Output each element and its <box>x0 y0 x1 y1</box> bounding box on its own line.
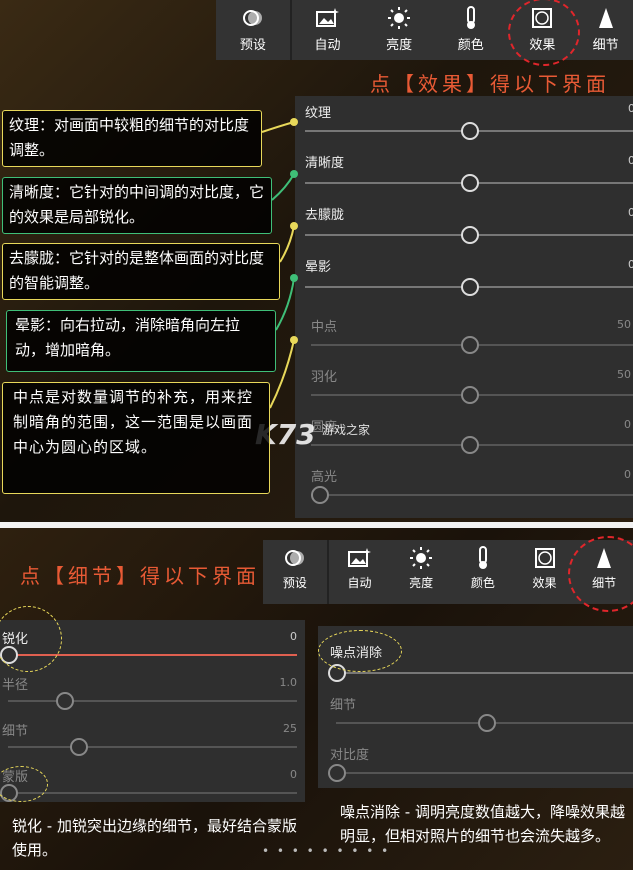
slider-value: 0 <box>290 630 297 643</box>
effects-icon <box>534 546 556 570</box>
presets-icon <box>284 546 306 570</box>
tool-color-label: 颜色 <box>470 576 495 590</box>
slider-knob[interactable] <box>56 692 74 710</box>
note-dehaze: 去朦胧：它针对的是整体画面的对比度的智能调整。 <box>2 243 280 300</box>
auto-icon <box>347 546 372 570</box>
slider-detail[interactable]: 细节 25 <box>0 712 305 758</box>
effects-section: 预设 自动 亮度 颜色 效果 细节 点【效果】得以下界面 纹理 0 清晰度 0 … <box>0 0 633 522</box>
slider-track[interactable] <box>8 792 297 794</box>
tool-light[interactable]: 亮度 <box>390 540 452 604</box>
slider-knob[interactable] <box>328 764 346 782</box>
tool-presets[interactable]: 预设 <box>263 540 329 604</box>
slider-value: 25 <box>283 722 297 735</box>
sun-icon <box>409 546 433 570</box>
tool-effects[interactable]: 效果 <box>514 540 576 604</box>
note-texture: 纹理：对画面中较粗的细节的对比度调整。 <box>2 110 262 167</box>
noise-description: 噪点消除 - 调明亮度数值越大，降噪效果越明显，但相对照片的细节也会流失越多。 <box>340 803 625 845</box>
slider-label: 细节 <box>330 698 357 713</box>
slider-label: 细节 <box>2 724 29 739</box>
tool-auto[interactable]: 自动 <box>329 540 391 604</box>
slider-noise-detail[interactable]: 细节 <box>318 682 633 736</box>
noise-reduction-highlight <box>318 630 402 672</box>
slider-noise-contrast[interactable]: 对比度 <box>318 736 633 788</box>
slider-label: 半径 <box>2 678 29 693</box>
detail-section: 点【细节】得以下界面 预设 自动 亮度 颜色 效果 细节 锐化 0 半径 1.0… <box>0 528 633 870</box>
note-clarity: 清晰度：它针对的中间调的对比度，它的效果是局部锐化。 <box>2 177 272 234</box>
slider-radius[interactable]: 半径 1.0 <box>0 666 305 712</box>
tool-color[interactable]: 颜色 <box>452 540 514 604</box>
slider-track[interactable] <box>336 672 633 674</box>
tool-auto-label: 自动 <box>347 576 372 590</box>
page-dots: • • • • • • • • • <box>262 844 391 858</box>
slider-value: 0 <box>290 768 297 781</box>
slider-value: 1.0 <box>279 676 298 689</box>
thermometer-icon <box>475 546 491 570</box>
tool-presets-label: 预设 <box>282 576 307 590</box>
note-midpoint: 中点是对数量调节的补充，用来控制暗角的范围，这一范围是以画面中心为圆心的区域。 <box>2 382 270 494</box>
slider-knob[interactable] <box>478 714 496 732</box>
slider-track[interactable] <box>336 772 633 774</box>
slider-knob[interactable] <box>70 738 88 756</box>
detail-headline: 点【细节】得以下界面 <box>20 564 260 588</box>
slider-track[interactable] <box>8 746 297 748</box>
sharpen-description: 锐化 - 加锐突出边缘的细节，最好结合蒙版使用。 <box>12 817 297 859</box>
note-vignette: 晕影：向右拉动，消除暗角向左拉动，增加暗角。 <box>6 310 276 372</box>
slider-track[interactable] <box>8 700 297 702</box>
tool-effects-label: 效果 <box>532 576 557 590</box>
tool-light-label: 亮度 <box>409 576 434 590</box>
slider-label: 对比度 <box>330 748 370 763</box>
